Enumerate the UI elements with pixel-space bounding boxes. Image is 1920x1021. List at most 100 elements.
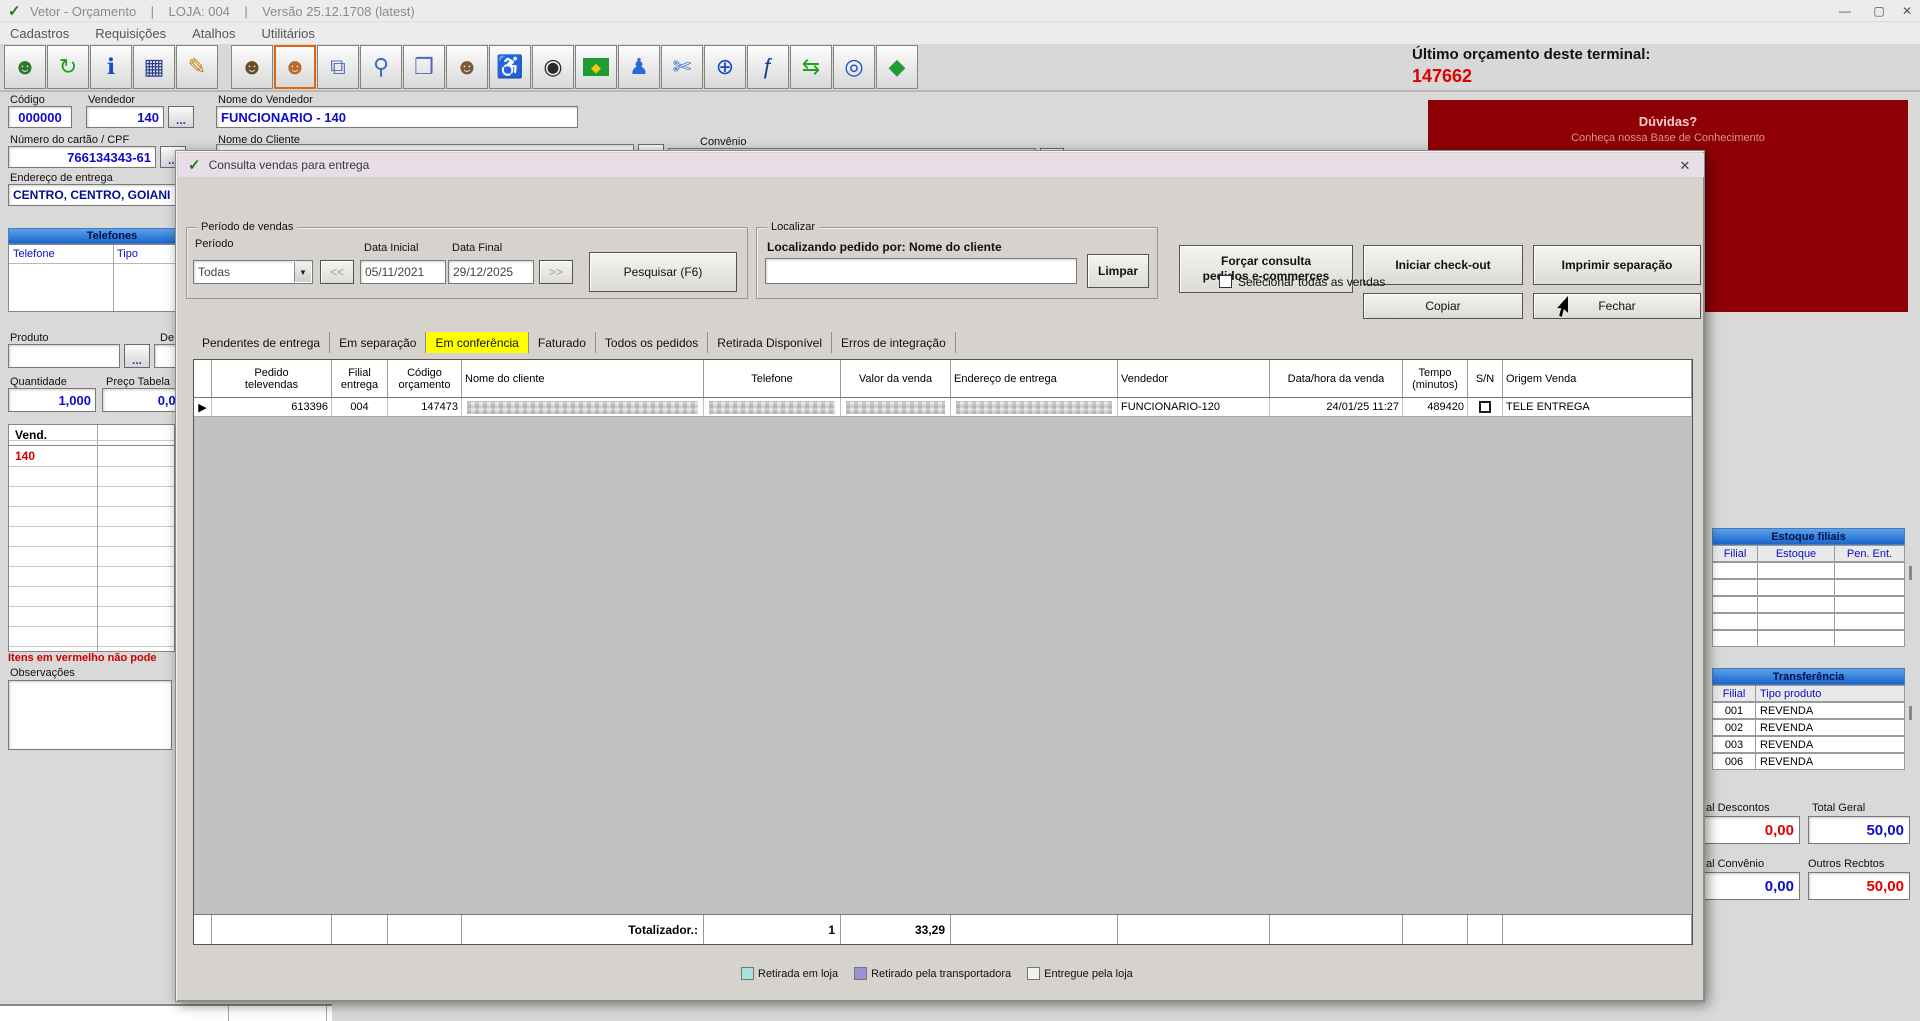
transfer-row[interactable]: 006 REVENDA <box>1712 753 1905 770</box>
items-grid[interactable]: Vend. 140 <box>8 424 175 652</box>
stock-cell <box>1758 596 1835 613</box>
save-icon-button[interactable]: ▦ <box>133 45 175 89</box>
ring-icon-button[interactable]: ◎ <box>833 45 875 89</box>
codigo-field[interactable]: 000000 <box>8 106 72 128</box>
total-cell-filial <box>332 915 388 944</box>
client-add-icon-button[interactable]: ☻ <box>4 45 46 89</box>
grid-header-row: Pedido televendas Filial entrega Código orçam… <box>194 360 1692 398</box>
tab-em-conferencia[interactable]: Em conferência <box>426 332 529 353</box>
accessibility-icon-button[interactable]: ♿ <box>489 45 531 89</box>
imprimir-separacao-button[interactable]: Imprimir separação <box>1533 245 1701 285</box>
clients-photo-icon-button[interactable]: ☻ <box>274 45 316 89</box>
refresh-icon-button[interactable]: ⇆ <box>790 45 832 89</box>
stock-cell <box>1835 630 1905 647</box>
search-icon-button[interactable]: ⚲ <box>360 45 402 89</box>
menu-utilitarios[interactable]: Utilitários <box>261 26 314 41</box>
tab-em-separacao[interactable]: Em separação <box>330 332 427 353</box>
scissors-icon-button[interactable]: ✄ <box>661 45 703 89</box>
menubar: Cadastros Requisições Atalhos Utilitários <box>0 22 1920 44</box>
grid-header-telefone: Telefone <box>704 360 841 397</box>
tab-faturado[interactable]: Faturado <box>529 332 596 353</box>
vendedor-label: Vendedor <box>88 94 136 106</box>
grid-header-text: S/N <box>1475 372 1495 385</box>
grid-header-text: televendas <box>244 378 299 391</box>
tab-pendentes-de-entrega[interactable]: Pendentes de entrega <box>193 332 331 353</box>
transfer-scrollbar[interactable] <box>1909 706 1912 720</box>
menu-atalhos[interactable]: Atalhos <box>192 26 235 41</box>
stock-cell <box>1835 596 1905 613</box>
select-all-checkbox[interactable] <box>1219 275 1232 288</box>
cpf-field[interactable]: 766134343-61 <box>8 146 156 168</box>
edit-pencil-icon-button[interactable]: ✎ <box>176 45 218 89</box>
legend-swatch <box>1027 967 1041 980</box>
transfer-row[interactable]: 003 REVENDA <box>1712 736 1905 753</box>
stock-cell <box>1712 579 1758 596</box>
accessibility-icon: ♿ <box>496 54 524 79</box>
dialog-close-icon[interactable]: ✕ <box>1676 157 1694 174</box>
next-period-button[interactable]: >> <box>539 260 573 284</box>
limpar-button[interactable]: Limpar <box>1087 254 1149 288</box>
copiar-button[interactable]: Copiar <box>1363 293 1523 319</box>
grid-cell-nome <box>462 398 704 416</box>
info-icon-button[interactable]: ℹ <box>90 45 132 89</box>
copy-document-icon-button[interactable]: ⧉ <box>317 45 359 89</box>
localizar-groupbox: Localizar Localizando pedido por: Nome d… <box>756 221 1158 299</box>
menu-cadastros[interactable]: Cadastros <box>10 26 69 41</box>
vendedor-lookup-button[interactable]: ... <box>168 106 194 128</box>
periodo-select[interactable]: Todas ▼ <box>193 260 313 284</box>
vendedor-field[interactable]: 140 <box>86 106 164 128</box>
maximize-button[interactable]: ▢ <box>1864 0 1894 22</box>
pesquisar-button[interactable]: Pesquisar (F6) <box>589 252 737 292</box>
grid-empty-area <box>194 417 1692 914</box>
grid-header-endereco: Endereço de entrega <box>951 360 1118 397</box>
transfer-cell: REVENDA <box>1756 702 1905 719</box>
tab-retirada-disponivel[interactable]: Retirada Disponível <box>708 332 833 353</box>
produto-lookup-button[interactable]: ... <box>124 344 150 368</box>
close-button[interactable]: ✕ <box>1894 0 1920 22</box>
transfer-row[interactable]: 001 REVENDA <box>1712 702 1905 719</box>
table-row[interactable]: ▶ 613396 004 147473 FUNCIONARIO-120 24/01/25 … <box>194 398 1692 417</box>
transfer-column-headers: Filial Tipo produto <box>1712 685 1905 702</box>
sync-icon-button[interactable]: ↻ <box>47 45 89 89</box>
localizar-input[interactable] <box>765 258 1077 284</box>
web-order-globe-icon-button[interactable]: ◉ <box>532 45 574 89</box>
transfer-row[interactable]: 002 REVENDA <box>1712 719 1905 736</box>
convenio-total-label: al Convênio <box>1706 858 1765 870</box>
person-run-icon: ♟ <box>629 54 649 79</box>
menu-requisicoes[interactable]: Requisições <box>95 26 166 41</box>
grid-body: ▶ 613396 004 147473 FUNCIONARIO-120 24/01/25 … <box>194 398 1692 417</box>
produto-field[interactable] <box>8 344 120 368</box>
chevron-down-icon[interactable]: ▼ <box>294 262 311 282</box>
minimize-button[interactable]: — <box>1830 0 1860 22</box>
brazil-map-icon-button[interactable]: ◆ <box>876 45 918 89</box>
sales-grid[interactable]: Pedido televendas Filial entrega Código orçam… <box>193 359 1693 945</box>
data-final-field[interactable]: 29/12/2025 <box>448 260 534 284</box>
brazil-flag-icon-button[interactable]: ◆ <box>575 45 617 89</box>
nome-vendedor-field[interactable]: FUNCIONARIO - 140 <box>216 106 578 128</box>
row-checkbox[interactable] <box>1479 401 1491 413</box>
iniciar-checkout-button[interactable]: Iniciar check-out <box>1363 245 1523 285</box>
tab-erros-de-integracao[interactable]: Erros de integração <box>832 332 956 353</box>
add-circle-icon-button[interactable]: ⊕ <box>704 45 746 89</box>
total-cell-telefone: 1 <box>704 915 841 944</box>
person-run-icon-button[interactable]: ♟ <box>618 45 660 89</box>
outros-recebtos-label: Outros Recbtos <box>1808 858 1885 870</box>
stock-scrollbar[interactable] <box>1909 566 1912 580</box>
data-inicial-field[interactable]: 05/11/2021 <box>360 260 446 284</box>
function-f-icon-button[interactable]: ƒ <box>747 45 789 89</box>
dialog-titlebar[interactable]: ✓ Consulta vendas para entrega ✕ <box>178 153 1704 177</box>
grid-header-text: Tempo <box>1418 366 1452 379</box>
refresh-icon: ⇆ <box>801 54 821 79</box>
customer-icon-button[interactable]: ☻ <box>446 45 488 89</box>
legend-swatch <box>741 967 754 980</box>
stock-cell <box>1712 630 1758 647</box>
banner-title: Dúvidas? <box>1638 114 1698 129</box>
periodo-groupbox: Período de vendas Período Todas ▼ << Dat… <box>186 221 748 299</box>
clients-group-icon-button[interactable]: ☻ <box>231 45 273 89</box>
fechar-button[interactable]: Fechar <box>1533 293 1701 319</box>
observacoes-field[interactable] <box>8 680 172 750</box>
quantidade-field[interactable]: 1,000 <box>8 388 96 412</box>
tab-todos-os-pedidos[interactable]: Todos os pedidos <box>596 332 709 353</box>
previous-period-button[interactable]: << <box>320 260 354 284</box>
catalog-book-icon-button[interactable]: ❒ <box>403 45 445 89</box>
